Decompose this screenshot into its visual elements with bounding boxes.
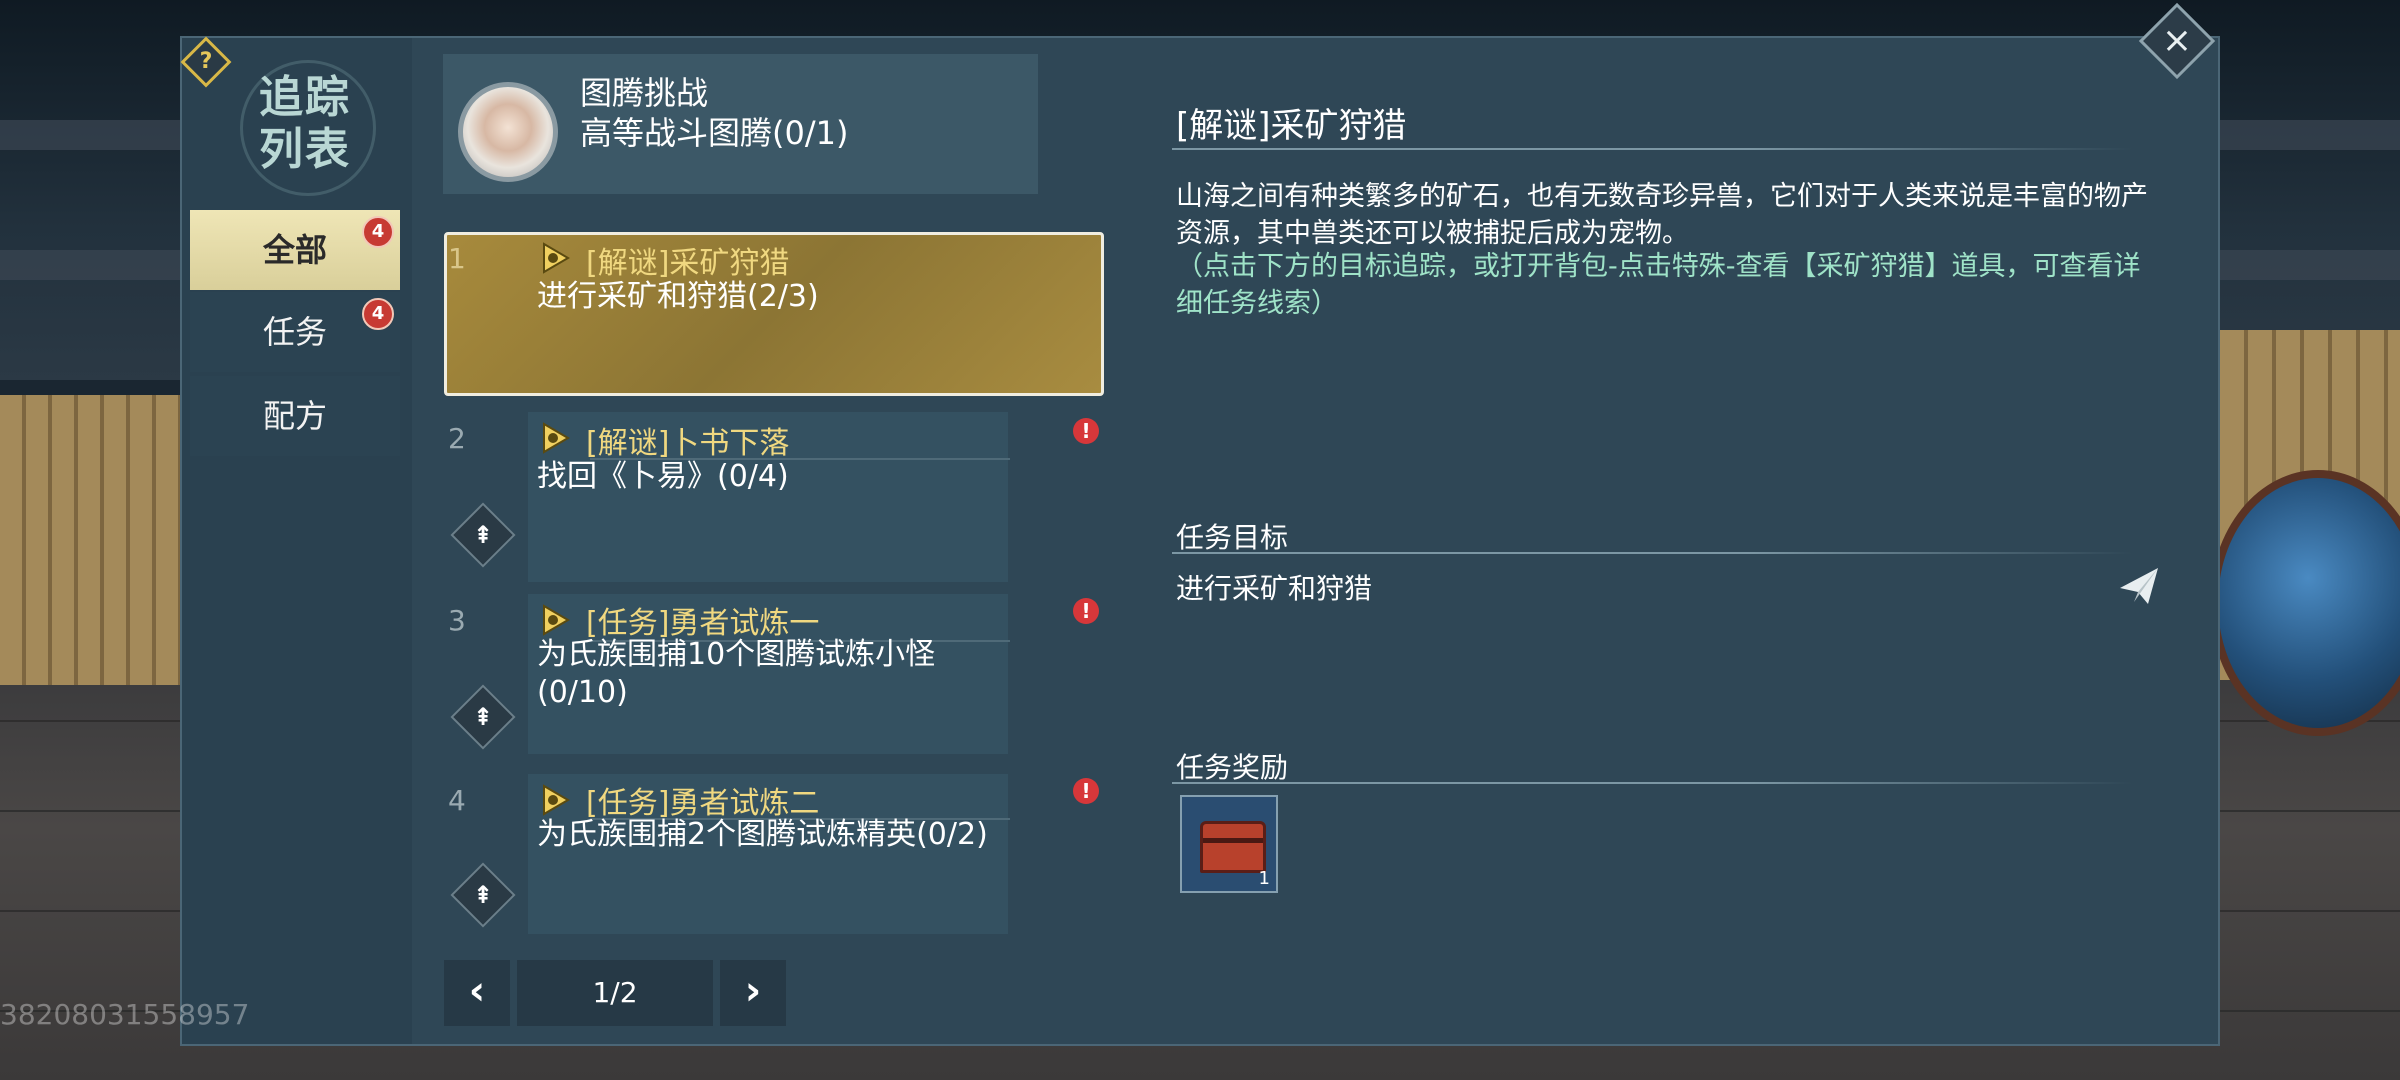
quest-detail-description: 山海之间有种类繁多的矿石，也有无数奇珍异兽，它们对于人类来说是丰富的物产资源，其… — [1176, 181, 2148, 249]
pinned-challenge-progress: 高等战斗图腾(0/1) — [580, 114, 849, 152]
alert-icon: ! — [1073, 598, 1099, 624]
title-divider — [1172, 148, 2132, 150]
section-divider — [1172, 552, 2132, 554]
npc-portrait-avatar — [458, 82, 558, 182]
reward-section-title: 任务奖励 — [1176, 751, 1289, 784]
bamboo-wall — [0, 395, 180, 685]
pin-up-icon: ⇞ — [472, 703, 494, 731]
category-tab-recipes[interactable]: 配方 — [190, 376, 400, 456]
category-label: 配方 — [262, 397, 327, 435]
task-quest-icon — [543, 784, 570, 816]
emblem-text-line: 列表 — [259, 124, 351, 175]
reward-count: 1 — [1258, 868, 1270, 889]
paper-plane-track-icon[interactable] — [2118, 566, 2162, 606]
notification-badge: 4 — [362, 298, 394, 330]
quest-number: 4 — [448, 784, 466, 817]
notification-badge: 4 — [362, 216, 394, 248]
chevron-left-icon: ‹ — [468, 968, 486, 1014]
objective-text: 进行采矿和狩猎 — [1176, 572, 1373, 605]
puzzle-quest-icon — [543, 422, 570, 454]
page-indicator: 1/2 — [517, 960, 713, 1026]
quest-number: 3 — [448, 604, 466, 637]
emblem-text-line: 追踪 — [259, 72, 351, 123]
quest-number: 2 — [448, 422, 466, 455]
quest-description: 为氏族围捕10个图腾试炼小怪(0/10) — [537, 637, 936, 710]
category-label: 全部 — [262, 231, 327, 269]
alert-icon: ! — [1073, 418, 1099, 444]
alert-icon: ! — [1073, 778, 1099, 804]
quest-description: 为氏族围捕2个图腾试炼精英(0/2) — [537, 817, 988, 852]
pin-up-icon: ⇞ — [472, 881, 494, 909]
category-tab-tasks[interactable]: 任务 4 — [190, 292, 400, 372]
treasure-chest-icon — [1200, 821, 1266, 873]
next-page-button[interactable]: › — [720, 960, 786, 1026]
quest-description: 找回《卜易》(0/4) — [537, 459, 789, 494]
pin-up-icon: ⇞ — [472, 521, 494, 549]
category-tab-all[interactable]: 全部 4 — [190, 210, 400, 290]
quest-detail-title: [解谜]采矿狩猎 — [1176, 106, 1407, 146]
quest-number: 1 — [448, 242, 466, 275]
chevron-right-icon: › — [744, 968, 762, 1014]
close-icon: × — [2161, 20, 2193, 61]
quest-detail-hint: （点击下方的目标追踪，或打开背包-点击特殊-查看【采矿狩猎】道具，可查看详细任务… — [1176, 251, 2141, 319]
task-quest-icon — [543, 604, 570, 636]
puzzle-quest-icon — [543, 242, 570, 274]
category-label: 任务 — [262, 313, 327, 351]
tracking-list-emblem: 追踪 列表 — [230, 60, 380, 196]
quest-title: [解谜]采矿狩猎 — [586, 246, 790, 281]
objective-section-title: 任务目标 — [1176, 521, 1289, 554]
previous-page-button[interactable]: ‹ — [444, 960, 510, 1026]
section-divider — [1172, 782, 2132, 784]
reward-item-slot[interactable]: 1 — [1180, 795, 1278, 893]
player-uid: 38208031558957 — [0, 998, 250, 1031]
quest-title: [解谜]卜书下落 — [586, 426, 790, 461]
quest-description: 进行采矿和狩猎(2/3) — [537, 279, 819, 314]
